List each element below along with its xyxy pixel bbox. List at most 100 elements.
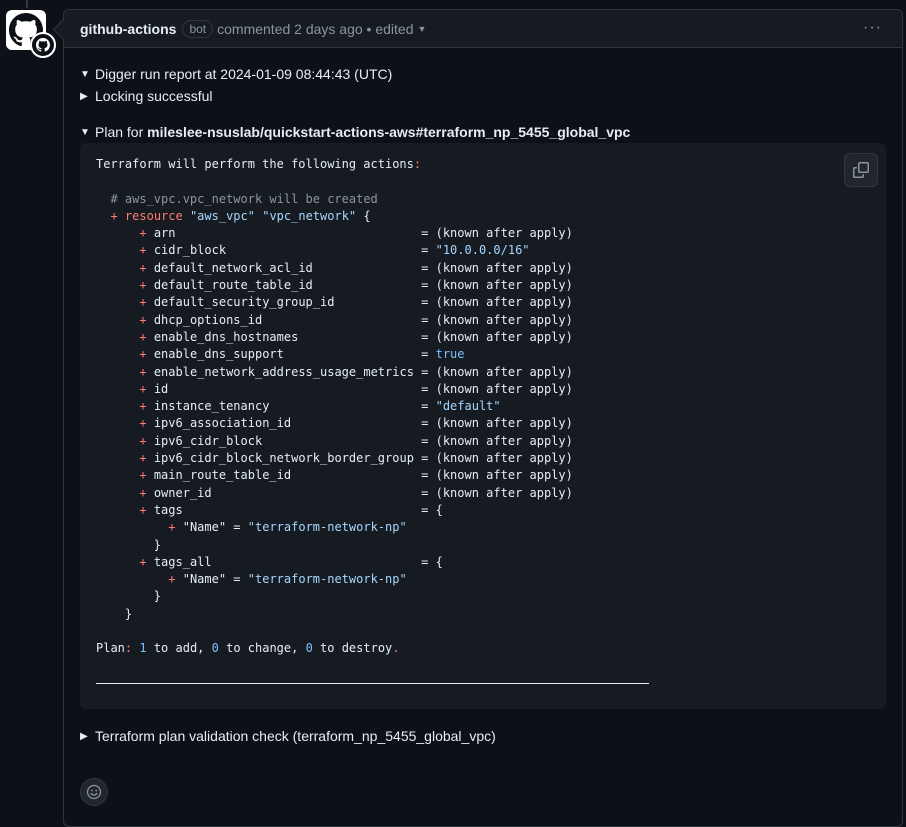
plan-change-text: to change, [218, 641, 306, 656]
attribute-name: enable_network_address_usage_metrics [153, 364, 414, 379]
copy-button[interactable] [844, 153, 878, 187]
attribute-name: dhcp_options_id [153, 312, 263, 327]
locking-label: Locking successful [95, 88, 213, 104]
attribute-value: "10.0.0.0/16" [435, 243, 530, 258]
attribute-line: + tags = { [139, 502, 443, 517]
locking-summary[interactable]: ▶ Locking successful [80, 88, 213, 104]
attribute-name: cidr_block [153, 243, 227, 258]
add-reaction-button[interactable] [80, 778, 108, 806]
code-block: Terraform will perform the following act… [80, 143, 886, 709]
edit-history-chevron-down-icon[interactable]: ▼ [417, 24, 426, 34]
attribute-value: (known after apply) [435, 416, 573, 431]
attribute-line: + owner_id = (known after apply) [139, 485, 573, 500]
plus-marker: + [139, 347, 147, 362]
plus-marker: + [139, 226, 147, 241]
plus-marker: + [168, 520, 176, 535]
attribute-value: "default" [435, 399, 501, 414]
attribute-name: enable_dns_hostnames [153, 329, 299, 344]
terraform-plan-output: Terraform will perform the following act… [96, 156, 573, 658]
plus-marker: + [139, 451, 147, 466]
horizontal-rule [96, 683, 649, 684]
attribute-line: + ipv6_cidr_block_network_border_group =… [139, 451, 573, 466]
attribute-value: true [435, 347, 465, 362]
resource-keyword: resource [124, 208, 183, 223]
attribute-value: (known after apply) [435, 329, 573, 344]
attribute-value: (known after apply) [435, 485, 573, 500]
plan-period: . [392, 641, 400, 656]
attribute-name: main_route_table_id [153, 468, 292, 483]
plus-marker: + [139, 278, 147, 293]
attribute-value: (known after apply) [435, 295, 573, 310]
expanded-triangle-icon: ▼ [80, 68, 90, 80]
plan-colon: : [124, 641, 133, 656]
attribute-line: + default_network_acl_id = (known after … [139, 260, 573, 275]
comment-author[interactable]: github-actions [80, 21, 176, 37]
attribute-name: default_network_acl_id [153, 260, 313, 275]
attribute-name: ipv6_cidr_block [153, 433, 263, 448]
map-value: "terraform-network-np" [247, 520, 407, 535]
attribute-line: + ipv6_cidr_block = (known after apply) [139, 433, 573, 448]
smiley-icon [86, 784, 102, 800]
map-key: "Name" [182, 520, 227, 535]
run-report-label: Digger run report at 2024-01-09 08:44:43… [95, 66, 393, 82]
attribute-line: + default_route_table_id = (known after … [139, 278, 573, 293]
plan-summary-line: Plan: 1 to add, 0 to change, 0 to destro… [96, 641, 400, 655]
avatar-badge [30, 32, 56, 58]
attribute-value: (known after apply) [435, 312, 573, 327]
map-value: "terraform-network-np" [247, 572, 407, 587]
attribute-line: + instance_tenancy = "default" [139, 399, 501, 414]
kebab-horizontal-icon[interactable]: ··· [863, 19, 882, 37]
attribute-line: + cidr_block = "10.0.0.0/16" [139, 243, 530, 258]
plan-intro-colon: : [413, 157, 422, 171]
attribute-value: (known after apply) [435, 433, 573, 448]
plus-marker: + [139, 399, 147, 414]
attribute-name: ipv6_cidr_block_network_border_group [153, 451, 414, 466]
attribute-line: + main_route_table_id = (known after app… [139, 468, 573, 483]
plan-summary[interactable]: ▼ Plan for mileslee-nsuslab/quickstart-a… [80, 124, 630, 140]
attribute-value: (known after apply) [435, 381, 573, 396]
plus-marker: + [139, 468, 147, 483]
attribute-value: (known after apply) [435, 226, 573, 241]
attribute-name: default_security_group_id [153, 295, 335, 310]
attribute-line: + id = (known after apply) [139, 381, 573, 396]
attribute-value: (known after apply) [435, 278, 573, 293]
expanded-triangle-icon: ▼ [80, 126, 90, 138]
bot-badge: bot [182, 19, 214, 38]
timeline-line [26, 0, 28, 8]
validation-label: Terraform plan validation check (terrafo… [95, 728, 496, 744]
map-entry-line: + "Name" = "terraform-network-np" } [153, 520, 407, 552]
comment-meta[interactable]: commented 2 days ago • edited [217, 21, 413, 37]
plan-intro: Terraform will perform the following act… [96, 157, 414, 171]
plus-marker: + [139, 381, 147, 396]
map-close-brace: } [153, 589, 162, 604]
attribute-name: ipv6_association_id [153, 416, 292, 431]
resource-comment: # aws_vpc.vpc_network will be created [110, 191, 378, 206]
attribute-value: (known after apply) [435, 451, 573, 466]
resource-name: "vpc_network" [262, 208, 357, 223]
plan-add-text: to add, [146, 641, 212, 656]
attribute-value: (known after apply) [435, 364, 573, 379]
map-close-brace: } [153, 537, 162, 552]
attribute-value: { [435, 502, 443, 517]
plan-change-count: 0 [211, 641, 219, 656]
github-mark-icon [36, 38, 50, 52]
attribute-name: tags_all [153, 554, 212, 569]
collapsed-triangle-icon: ▶ [80, 90, 88, 102]
attribute-line: + tags_all = { [139, 554, 443, 569]
attribute-name: default_route_table_id [153, 278, 313, 293]
plus-marker: + [139, 260, 147, 275]
plus-marker: + [139, 312, 147, 327]
plan-destroy-count: 0 [305, 641, 313, 656]
plus-marker: + [139, 416, 147, 431]
plus-marker: + [139, 364, 147, 379]
plus-marker: + [139, 329, 147, 344]
resource-open-brace: { [363, 208, 371, 223]
run-report-summary[interactable]: ▼ Digger run report at 2024-01-09 08:44:… [80, 66, 392, 82]
validation-summary[interactable]: ▶ Terraform plan validation check (terra… [80, 728, 496, 744]
map-entry-line: + "Name" = "terraform-network-np" } [153, 572, 407, 604]
comment-header: github-actions bot commented 2 days ago … [64, 10, 902, 48]
collapsed-triangle-icon: ▶ [80, 730, 88, 742]
resource-type: "aws_vpc" [189, 208, 255, 223]
plus-marker: + [139, 502, 147, 517]
plan-prefix: Plan for [95, 124, 148, 140]
